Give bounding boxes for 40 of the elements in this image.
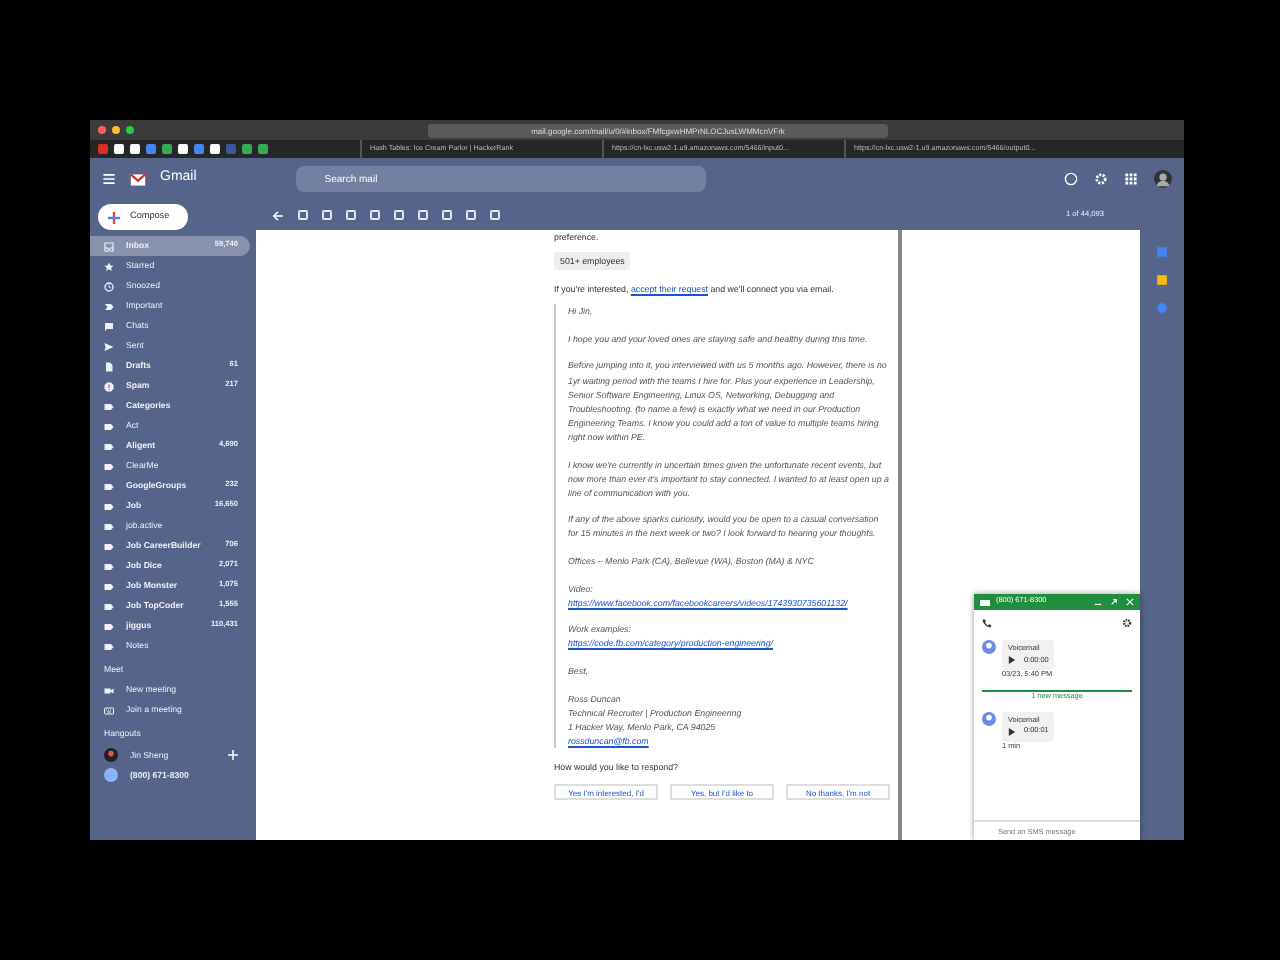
minimize-icon (1094, 598, 1102, 606)
inbox-icon (104, 241, 114, 251)
toolbar-icon[interactable] (442, 210, 452, 220)
plus-icon (108, 211, 120, 223)
toolbar-icon[interactable] (394, 210, 404, 220)
settings-icon (1122, 618, 1132, 628)
file-icon (104, 361, 114, 371)
avatar-icon (104, 748, 118, 763)
mail-logo-icon (128, 171, 148, 187)
clock-icon (104, 281, 114, 291)
toolbar-icon[interactable] (370, 210, 380, 220)
toolbar-icon[interactable] (466, 210, 476, 220)
toolbar-icon[interactable] (298, 210, 308, 220)
back-icon (272, 209, 284, 221)
plus-icon (228, 750, 238, 761)
avatar-icon (1154, 170, 1172, 188)
toolbar-icon[interactable] (322, 210, 332, 220)
note-icon (1156, 274, 1168, 286)
toolbar-icon[interactable] (346, 210, 356, 220)
calendar-icon (1156, 246, 1168, 258)
avatar-icon (982, 640, 996, 654)
avatar-icon (982, 711, 996, 726)
toolbar-icon[interactable] (418, 210, 428, 220)
sent-icon (104, 341, 114, 351)
play-icon (1008, 727, 1016, 736)
settings-icon (1094, 172, 1108, 186)
apps-icon (1124, 172, 1138, 186)
warning-icon (104, 381, 114, 391)
task-icon (1156, 302, 1168, 314)
phone-avatar-icon (104, 768, 118, 783)
close-icon (1126, 598, 1134, 606)
video-icon (104, 685, 114, 696)
important-icon (104, 301, 114, 311)
chat-icon (104, 321, 114, 331)
play-icon (1008, 656, 1016, 665)
keyboard-icon (104, 705, 114, 716)
toolbar-icon[interactable] (490, 210, 500, 220)
star-icon (104, 261, 114, 271)
menu-icon (102, 172, 116, 186)
popout-icon (1110, 598, 1118, 606)
